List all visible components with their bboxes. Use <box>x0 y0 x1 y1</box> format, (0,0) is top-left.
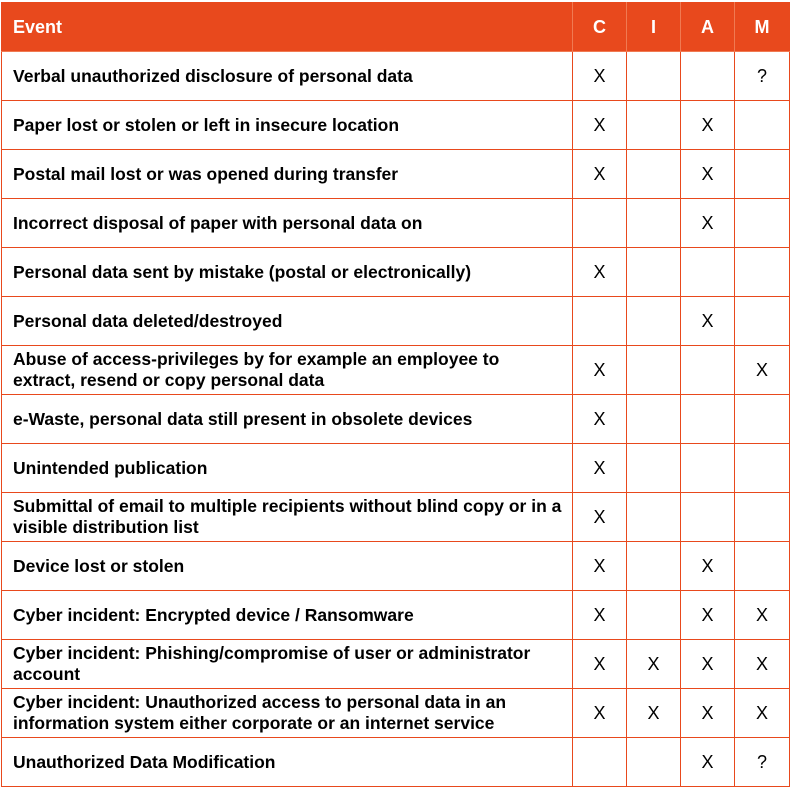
event-cell: Cyber incident: Unauthorized access to p… <box>1 688 573 738</box>
flag-cell-i <box>626 51 681 101</box>
header-i: I <box>626 2 681 52</box>
flag-cell-i <box>626 492 681 542</box>
flag-cell-m <box>734 541 790 591</box>
flag-cell-a <box>680 443 735 493</box>
flag-cell-i <box>626 394 681 444</box>
table-row: e-Waste, personal data still present in … <box>1 394 790 444</box>
header-event: Event <box>1 2 573 52</box>
flag-cell-i <box>626 100 681 150</box>
table-row: Cyber incident: Unauthorized access to p… <box>1 688 790 738</box>
table-row: Postal mail lost or was opened during tr… <box>1 149 790 199</box>
flag-cell-c: X <box>572 247 627 297</box>
flag-cell-i <box>626 443 681 493</box>
event-cell: Postal mail lost or was opened during tr… <box>1 149 573 199</box>
flag-cell-i: X <box>626 639 681 689</box>
event-cell: Abuse of access-privileges by for exampl… <box>1 345 573 395</box>
event-cell: e-Waste, personal data still present in … <box>1 394 573 444</box>
event-cell: Personal data deleted/destroyed <box>1 296 573 346</box>
flag-cell-m: ? <box>734 51 790 101</box>
table-row: Unintended publication X <box>1 443 790 493</box>
event-cell: Device lost or stolen <box>1 541 573 591</box>
flag-cell-m <box>734 149 790 199</box>
flag-cell-i <box>626 541 681 591</box>
table-row: Device lost or stolen X X <box>1 541 790 591</box>
event-cell: Incorrect disposal of paper with persona… <box>1 198 573 248</box>
event-cell: Personal data sent by mistake (postal or… <box>1 247 573 297</box>
flag-cell-i <box>626 247 681 297</box>
flag-cell-a: X <box>680 198 735 248</box>
flag-cell-a: X <box>680 737 735 787</box>
flag-cell-i <box>626 590 681 640</box>
flag-cell-m <box>734 296 790 346</box>
flag-cell-i <box>626 296 681 346</box>
flag-cell-i <box>626 737 681 787</box>
event-cell: Unauthorized Data Modification <box>1 737 573 787</box>
table-row: Personal data deleted/destroyed X <box>1 296 790 346</box>
flag-cell-c: X <box>572 149 627 199</box>
flag-cell-c <box>572 737 627 787</box>
flag-cell-c: X <box>572 492 627 542</box>
flag-cell-m: ? <box>734 737 790 787</box>
flag-cell-a: X <box>680 590 735 640</box>
flag-cell-i <box>626 345 681 395</box>
flag-cell-i <box>626 149 681 199</box>
header-m: M <box>734 2 790 52</box>
flag-cell-m <box>734 198 790 248</box>
flag-cell-c: X <box>572 639 627 689</box>
table-row: Unauthorized Data Modification X? <box>1 737 790 787</box>
flag-cell-c: X <box>572 100 627 150</box>
flag-cell-c: X <box>572 541 627 591</box>
header-row: Event C I A M <box>1 2 790 52</box>
event-cell: Verbal unauthorized disclosure of person… <box>1 51 573 101</box>
event-cell: Unintended publication <box>1 443 573 493</box>
flag-cell-a <box>680 394 735 444</box>
flag-cell-a <box>680 345 735 395</box>
flag-cell-c: X <box>572 590 627 640</box>
flag-cell-i: X <box>626 688 681 738</box>
flag-cell-a <box>680 51 735 101</box>
flag-cell-m: X <box>734 639 790 689</box>
table-row: Cyber incident: Encrypted device / Ranso… <box>1 590 790 640</box>
flag-cell-m <box>734 443 790 493</box>
event-cell: Submittal of email to multiple recipient… <box>1 492 573 542</box>
flag-cell-c <box>572 296 627 346</box>
flag-cell-m <box>734 394 790 444</box>
flag-cell-a <box>680 492 735 542</box>
flag-cell-a: X <box>680 296 735 346</box>
flag-cell-m <box>734 492 790 542</box>
flag-cell-m <box>734 247 790 297</box>
table-row: Verbal unauthorized disclosure of person… <box>1 51 790 101</box>
table-row: Paper lost or stolen or left in insecure… <box>1 100 790 150</box>
flag-cell-m: X <box>734 345 790 395</box>
flag-cell-c: X <box>572 51 627 101</box>
flag-cell-a: X <box>680 639 735 689</box>
incident-classification-table: Event C I A M Verbal unauthorized disclo… <box>1 2 790 787</box>
table-row: Personal data sent by mistake (postal or… <box>1 247 790 297</box>
flag-cell-c: X <box>572 688 627 738</box>
table-row: Abuse of access-privileges by for exampl… <box>1 345 790 395</box>
flag-cell-a: X <box>680 688 735 738</box>
event-cell: Paper lost or stolen or left in insecure… <box>1 100 573 150</box>
flag-cell-i <box>626 198 681 248</box>
flag-cell-c: X <box>572 394 627 444</box>
table-row: Submittal of email to multiple recipient… <box>1 492 790 542</box>
flag-cell-a <box>680 247 735 297</box>
flag-cell-a: X <box>680 100 735 150</box>
flag-cell-c <box>572 198 627 248</box>
flag-cell-m: X <box>734 688 790 738</box>
event-cell: Cyber incident: Phishing/compromise of u… <box>1 639 573 689</box>
table-row: Cyber incident: Phishing/compromise of u… <box>1 639 790 689</box>
flag-cell-a: X <box>680 149 735 199</box>
event-cell: Cyber incident: Encrypted device / Ranso… <box>1 590 573 640</box>
flag-cell-c: X <box>572 345 627 395</box>
table-row: Incorrect disposal of paper with persona… <box>1 198 790 248</box>
flag-cell-a: X <box>680 541 735 591</box>
flag-cell-m: X <box>734 590 790 640</box>
flag-cell-m <box>734 100 790 150</box>
header-a: A <box>680 2 735 52</box>
header-c: C <box>572 2 627 52</box>
flag-cell-c: X <box>572 443 627 493</box>
